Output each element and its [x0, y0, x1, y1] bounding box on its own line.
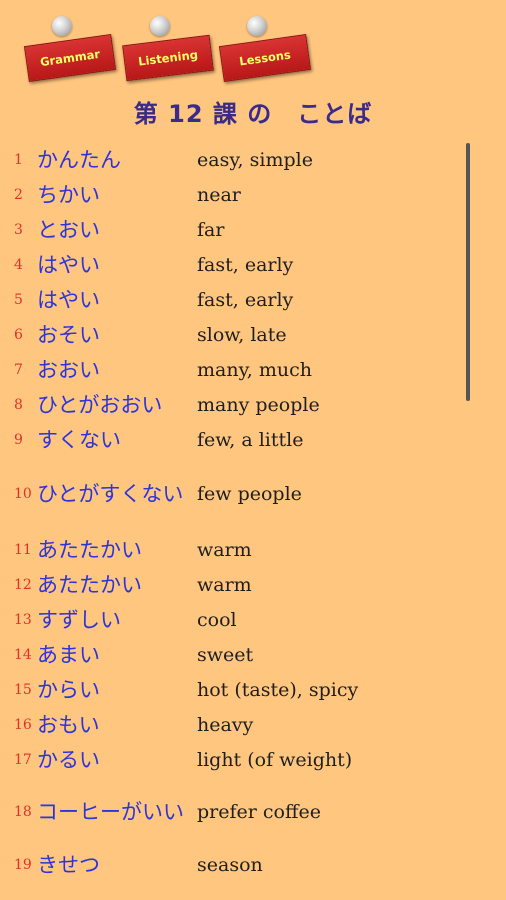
english-meaning: season	[197, 853, 263, 876]
list-item[interactable]: 16 おもい heavy	[0, 707, 470, 742]
item-number: 9	[14, 431, 23, 448]
item-number: 13	[14, 611, 32, 628]
item-number: 2	[14, 186, 23, 203]
english-meaning: far	[197, 218, 225, 241]
english-meaning: slow, late	[197, 323, 287, 346]
item-number: 19	[14, 856, 32, 873]
list-item[interactable]: 18 コーヒーがいい prefer coffee	[0, 777, 470, 847]
pushpin-icon	[52, 16, 72, 36]
tab-grammar[interactable]: Grammar	[23, 16, 117, 94]
list-item[interactable]: 13 すずしい cool	[0, 602, 470, 637]
japanese-word: はやい	[37, 252, 100, 277]
english-meaning: near	[197, 183, 241, 206]
item-number: 11	[14, 541, 32, 558]
pushpin-icon	[150, 16, 170, 36]
item-number: 6	[14, 326, 23, 343]
item-number: 18	[14, 804, 32, 820]
list-item[interactable]: 11 あたたかい warm	[0, 532, 470, 567]
top-nav: Grammar Listening Lessons	[0, 0, 506, 90]
list-item[interactable]: 5 はやい fast, early	[0, 282, 470, 317]
pushpin-icon	[247, 16, 267, 36]
item-number: 14	[14, 646, 32, 663]
english-meaning: prefer coffee	[197, 801, 321, 823]
english-meaning: fast, early	[197, 253, 294, 276]
item-number: 16	[14, 716, 32, 733]
list-item[interactable]: 12 あたたかい warm	[0, 567, 470, 602]
scrollbar[interactable]	[466, 143, 470, 401]
english-meaning: warm	[197, 538, 252, 561]
japanese-word: ひとがすくない	[37, 481, 184, 506]
japanese-word: きせつ	[37, 852, 100, 877]
list-item[interactable]: 2 ちかい near	[0, 177, 470, 212]
tab-lessons-label[interactable]: Lessons	[218, 34, 312, 82]
list-item[interactable]: 17 かるい light (of weight)	[0, 742, 470, 777]
english-meaning: few, a little	[197, 428, 304, 451]
item-number: 5	[14, 291, 23, 308]
list-item[interactable]: 1 かんたん easy, simple	[0, 142, 470, 177]
item-number: 3	[14, 221, 23, 238]
list-item[interactable]: 15 からい hot (taste), spicy	[0, 672, 470, 707]
tab-listening[interactable]: Listening	[122, 16, 214, 94]
japanese-word: おおい	[37, 357, 100, 382]
japanese-word: すずしい	[37, 607, 121, 632]
japanese-word: おもい	[37, 712, 100, 737]
list-item[interactable]: 4 はやい fast, early	[0, 247, 470, 282]
english-meaning: light (of weight)	[197, 748, 353, 771]
list-item[interactable]: 19 きせつ season	[0, 847, 470, 882]
list-item[interactable]: 3 とおい far	[0, 212, 470, 247]
japanese-word: かんたん	[37, 147, 121, 172]
japanese-word: はやい	[37, 287, 100, 312]
item-number: 7	[14, 361, 23, 378]
item-number: 12	[14, 576, 32, 593]
english-meaning: fast, early	[197, 288, 294, 311]
english-meaning: hot (taste), spicy	[197, 678, 359, 701]
english-meaning: heavy	[197, 713, 254, 736]
japanese-word: かるい	[37, 747, 100, 772]
english-meaning: sweet	[197, 643, 254, 666]
item-number: 4	[14, 256, 23, 273]
list-item[interactable]: 14 あまい sweet	[0, 637, 470, 672]
japanese-word: コーヒーがいい	[37, 800, 184, 824]
english-meaning: many, much	[197, 358, 313, 381]
english-meaning: few people	[197, 482, 302, 505]
item-number: 8	[14, 396, 23, 413]
tab-grammar-label[interactable]: Grammar	[23, 34, 117, 82]
item-number: 17	[14, 751, 32, 768]
english-meaning: easy, simple	[197, 148, 313, 171]
vocabulary-list[interactable]: 1 かんたん easy, simple 2 ちかい near 3 とおい far 4 はやい fast…	[0, 142, 470, 900]
item-number: 1	[14, 151, 23, 168]
item-number: 15	[14, 681, 32, 698]
list-item[interactable]: 6 おそい slow, late	[0, 317, 470, 352]
english-meaning: many people	[197, 393, 320, 416]
japanese-word: すくない	[37, 427, 121, 452]
english-meaning: cool	[197, 608, 237, 631]
item-number: 10	[14, 485, 32, 502]
japanese-word: あたたかい	[37, 537, 142, 562]
tab-lessons[interactable]: Lessons	[218, 16, 312, 94]
list-item[interactable]: 9 すくない few, a little	[0, 422, 470, 457]
japanese-word: おそい	[37, 322, 100, 347]
tab-listening-label[interactable]: Listening	[122, 34, 214, 82]
japanese-word: ちかい	[37, 182, 100, 207]
japanese-word: あたたかい	[37, 572, 142, 597]
english-meaning: warm	[197, 573, 252, 596]
japanese-word: とおい	[37, 217, 100, 242]
page-title: 第 12 課 の ことば	[133, 100, 373, 128]
list-item[interactable]: 7 おおい many, much	[0, 352, 470, 387]
list-item[interactable]: 10 ひとがすくない few people	[0, 455, 470, 532]
japanese-word: からい	[37, 677, 100, 702]
list-item[interactable]: 8 ひとがおおい many people	[0, 387, 470, 422]
japanese-word: ひとがおおい	[37, 392, 163, 417]
japanese-word: あまい	[37, 642, 100, 667]
